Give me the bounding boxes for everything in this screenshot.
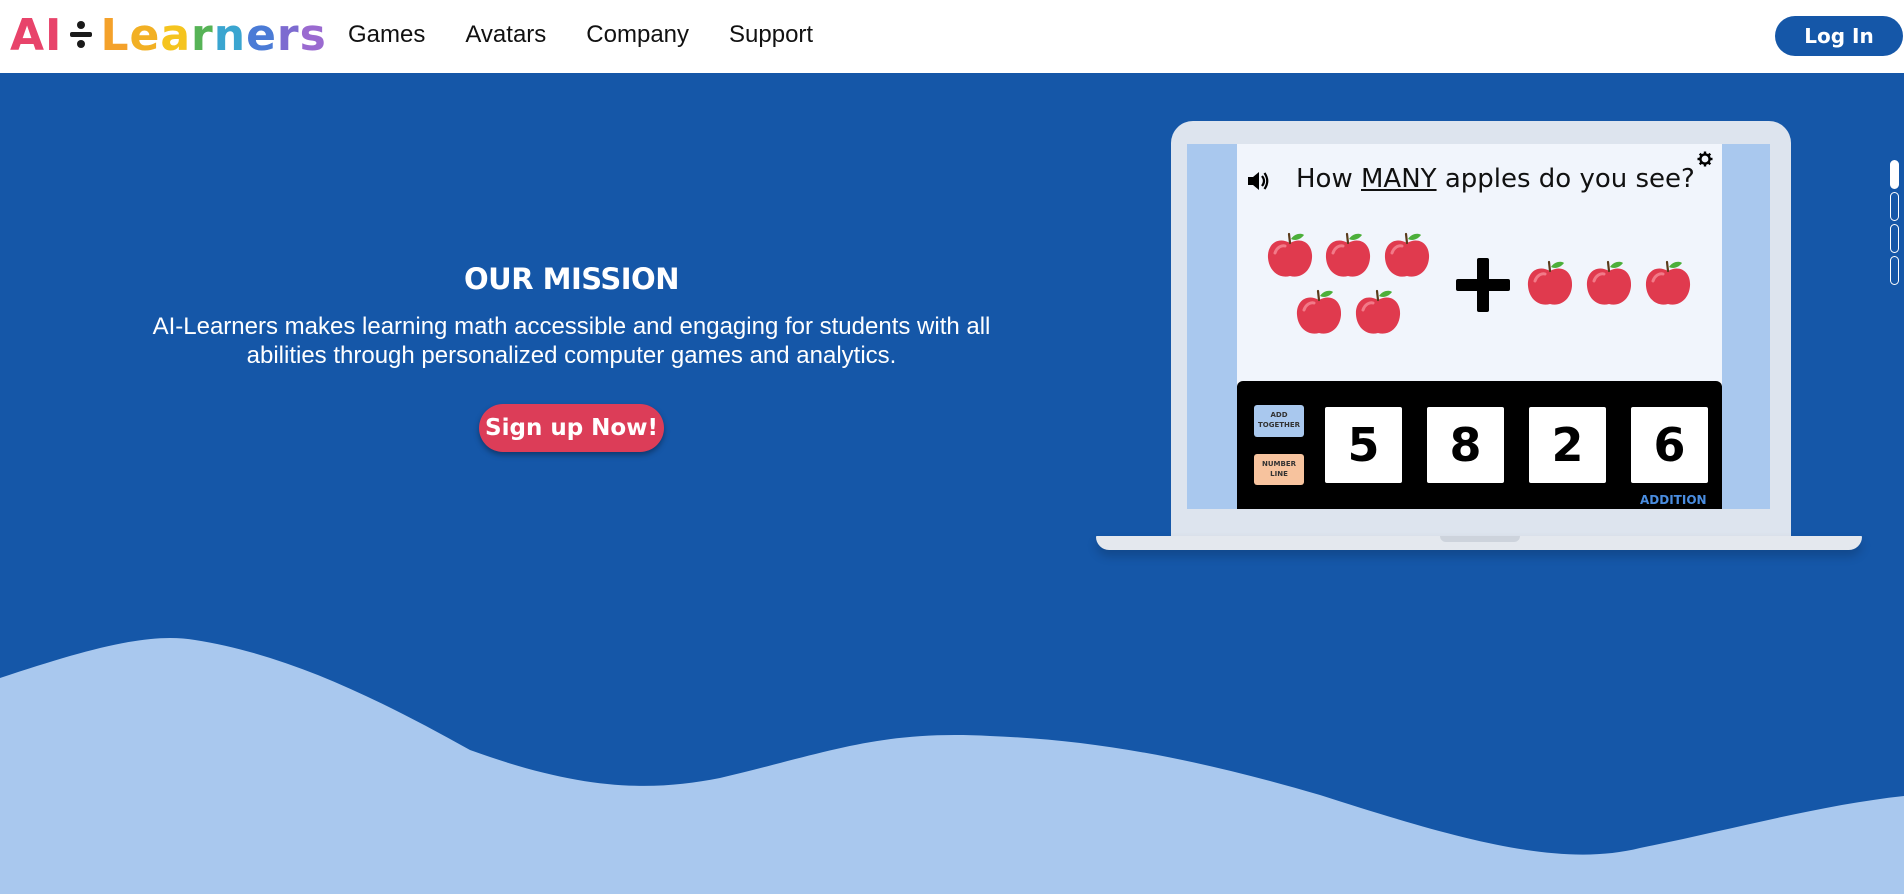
- laptop-notch: [1440, 536, 1520, 542]
- apple-icon: [1525, 259, 1575, 309]
- answer-option[interactable]: 8: [1427, 407, 1504, 483]
- nav-games[interactable]: Games: [348, 20, 425, 50]
- logo-letter: L: [100, 9, 130, 61]
- scroll-dot[interactable]: [1890, 160, 1899, 189]
- logo-letter: r: [191, 9, 214, 61]
- answer-option[interactable]: 2: [1529, 407, 1606, 483]
- apple-icon: [1353, 288, 1403, 338]
- apple-icon: [1294, 288, 1344, 338]
- division-icon: [68, 15, 94, 55]
- scroll-dot[interactable]: [1890, 256, 1899, 285]
- nav-support[interactable]: Support: [729, 20, 813, 50]
- logo-learners-text: Learners: [100, 10, 326, 61]
- scroll-dot[interactable]: [1890, 224, 1899, 253]
- nav-avatars[interactable]: Avatars: [465, 20, 546, 50]
- site-header: AI Learners Games Avatars Company Suppor…: [0, 0, 1904, 73]
- apple-icon: [1382, 231, 1432, 281]
- logo-letter: r: [276, 9, 300, 61]
- mission-title: OUR MISSION: [464, 262, 679, 296]
- number-line-button[interactable]: NUMBER LINE: [1254, 454, 1304, 485]
- main-nav: Games Avatars Company Support: [348, 20, 853, 50]
- section-scroll-indicator: [1890, 160, 1899, 288]
- answer-option[interactable]: 6: [1631, 407, 1708, 483]
- apple-icon: [1584, 259, 1634, 309]
- apple-icon: [1265, 231, 1315, 281]
- mission-description: AI-Learners makes learning math accessib…: [152, 313, 991, 369]
- add-together-button[interactable]: ADD TOGETHER: [1254, 405, 1304, 437]
- wave-background: [0, 637, 1904, 894]
- logo-letter: e: [246, 9, 277, 61]
- speaker-icon: [1248, 172, 1269, 190]
- login-button[interactable]: Log In: [1775, 16, 1903, 56]
- logo-ai-text: AI: [10, 9, 63, 61]
- signup-button[interactable]: Sign up Now!: [479, 404, 664, 452]
- apple-icon: [1323, 231, 1373, 281]
- apple-icon: [1643, 259, 1693, 309]
- logo-letter: e: [129, 9, 161, 61]
- scroll-dot[interactable]: [1890, 192, 1899, 221]
- mission-section: OUR MISSION AI-Learners makes learning m…: [100, 262, 1043, 370]
- settings-gear-icon[interactable]: [1697, 151, 1713, 167]
- logo-letter: n: [213, 9, 247, 61]
- logo-letter: a: [160, 9, 192, 61]
- game-question: How MANY apples do you see?: [1296, 164, 1695, 194]
- ai-learners-logo[interactable]: AI Learners: [10, 9, 327, 61]
- plus-icon: [1456, 258, 1510, 312]
- logo-letter: s: [299, 9, 327, 61]
- nav-company[interactable]: Company: [586, 20, 689, 50]
- answer-option[interactable]: 5: [1325, 407, 1402, 483]
- mode-label: ADDITION: [1640, 493, 1707, 507]
